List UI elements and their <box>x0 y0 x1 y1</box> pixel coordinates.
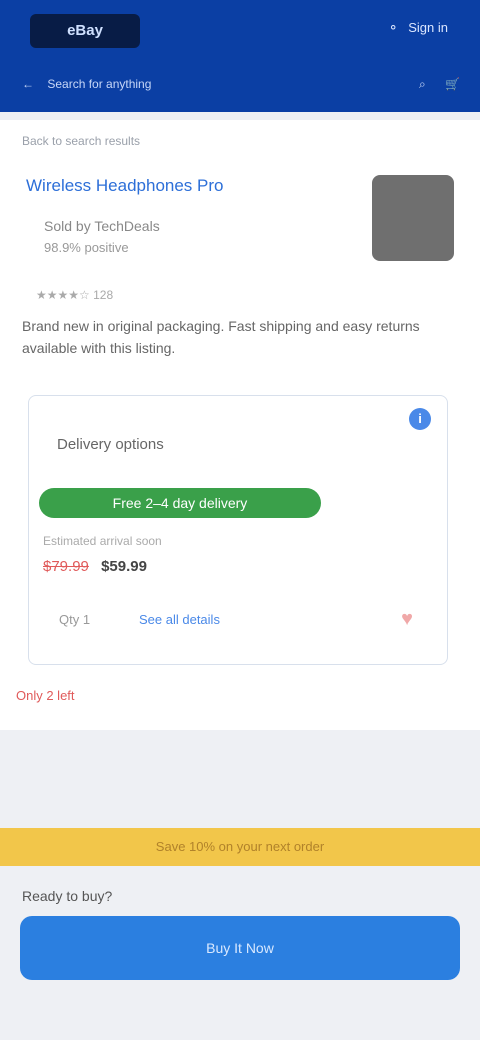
seller-feedback: 98.9% positive <box>44 240 129 255</box>
quantity-selector[interactable]: Qty 1 <box>59 612 90 627</box>
seller-name[interactable]: Sold by TechDeals <box>44 215 160 237</box>
search-bar[interactable]: ← Search for anything ⌕ 🛒 <box>22 72 460 96</box>
subnav-icons: ⌕ 🛒 <box>403 72 460 96</box>
header-actions[interactable]: ⚬ Sign in <box>388 20 448 36</box>
heart-icon[interactable]: ♥ <box>401 608 413 631</box>
breadcrumb[interactable]: Back to search results <box>22 134 140 148</box>
seller-info: Sold by TechDeals 98.9% positive <box>44 215 160 259</box>
brand-logo[interactable]: eBay <box>30 14 140 48</box>
cart-icon[interactable]: 🛒 <box>445 77 460 91</box>
info-icon[interactable]: i <box>409 408 431 430</box>
back-arrow-icon[interactable]: ← <box>22 77 34 91</box>
account-icon: ⚬ <box>387 20 399 35</box>
delivery-subtext: Estimated arrival soon <box>43 534 162 548</box>
product-title[interactable]: Wireless Headphones Pro <box>26 176 223 196</box>
buy-now-button[interactable]: Buy It Now <box>20 916 460 980</box>
price-row: $79.99 $59.99 <box>43 558 147 575</box>
search-icon[interactable]: ⌕ <box>419 77 426 91</box>
promo-banner[interactable]: Save 10% on your next order <box>0 828 480 866</box>
rating: ★★★★☆ 128 <box>36 288 114 302</box>
delivery-option-button[interactable]: Free 2–4 day delivery <box>39 488 321 518</box>
details-link[interactable]: See all details <box>139 612 220 627</box>
search-placeholder[interactable]: Search for anything <box>47 77 151 91</box>
product-description: Brand new in original packaging. Fast sh… <box>22 318 420 356</box>
box-actions: Qty 1 See all details ♥ <box>29 596 447 648</box>
sign-in-link[interactable]: Sign in <box>408 20 448 35</box>
delivery-label: Delivery options <box>57 436 164 453</box>
delivery-box: i Delivery options Free 2–4 day delivery… <box>28 395 448 665</box>
app-header: eBay ⚬ Sign in ← Search for anything ⌕ 🛒 <box>0 0 480 112</box>
product-image[interactable] <box>372 175 454 261</box>
price-old: $79.99 <box>43 558 89 575</box>
price-new: $59.99 <box>101 558 147 575</box>
stock-alert: Only 2 left <box>16 688 75 703</box>
bottom-label: Ready to buy? <box>22 888 113 904</box>
